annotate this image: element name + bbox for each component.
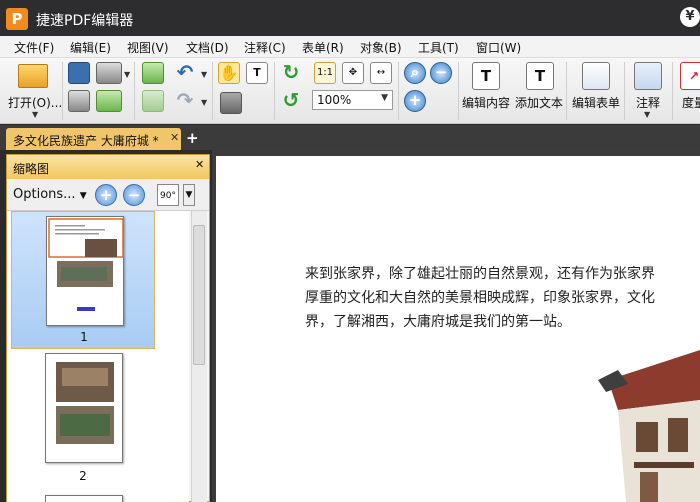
zoom-dropdown-icon: ▼ xyxy=(381,93,388,103)
snapshot-icon[interactable] xyxy=(220,92,242,114)
toolbar-separator xyxy=(62,62,63,120)
document-tab[interactable]: 多文化民族遗产 大庸府城 * ✕ xyxy=(6,128,181,150)
thumbnail-page-2 xyxy=(45,353,123,463)
zoom-marquee-icon[interactable]: ⌕ xyxy=(404,62,426,84)
thumbnail-page-1-preview xyxy=(48,218,124,311)
open-folder-icon[interactable] xyxy=(18,64,48,88)
document-tab-label: 多文化民族遗产 大庸府城 * xyxy=(13,134,159,148)
actual-size-icon[interactable]: 1:1 xyxy=(314,62,336,84)
add-text-icon[interactable]: T xyxy=(526,62,554,90)
enlarge-thumbnail-icon[interactable]: + xyxy=(95,184,117,206)
select-text-icon[interactable]: T xyxy=(246,62,268,84)
thumbnail-tools-dropdown-icon[interactable]: ▼ xyxy=(183,184,195,206)
menu-document[interactable]: 文档(D) xyxy=(186,39,229,56)
edit-form-label[interactable]: 编辑表单 xyxy=(572,94,620,111)
currency-icon[interactable]: ¥ xyxy=(680,7,700,27)
thumbnail-item-page-2[interactable]: 2 xyxy=(11,353,155,491)
document-tab-bar: 多文化民族遗产 大庸府城 * ✕ + xyxy=(0,125,700,150)
save-icon[interactable] xyxy=(68,62,90,84)
thumbnail-panel-title: 缩略图 xyxy=(13,162,50,176)
edit-form-icon[interactable] xyxy=(582,62,610,90)
toolbar-separator xyxy=(274,62,275,120)
zoom-value: 100% xyxy=(317,93,352,107)
rotate-counterclockwise-icon[interactable]: ↺ xyxy=(280,90,302,112)
edit-content-icon[interactable]: T xyxy=(472,62,500,90)
document-text-line: 来到张家界，除了雄起壮丽的自然景观，还有作为张家界 xyxy=(305,266,655,282)
menu-view[interactable]: 视图(V) xyxy=(127,39,169,56)
app-logo-icon: P xyxy=(6,8,28,30)
menu-file[interactable]: 文件(F) xyxy=(14,39,54,56)
toolbar-separator xyxy=(672,62,673,120)
toolbar-separator xyxy=(566,62,567,120)
thumbnail-panel-header: 缩略图 ✕ xyxy=(7,155,209,179)
thumbnail-toolbar: Options... ▼ + − 90° ▼ xyxy=(7,179,209,211)
annotation-dropdown-icon[interactable]: ▼ xyxy=(644,110,650,119)
options-dropdown-icon: ▼ xyxy=(79,191,87,201)
thumbnail-panel: 缩略图 ✕ Options... ▼ + − 90° ▼ 1 2 xyxy=(6,154,210,502)
toolbar-separator xyxy=(134,62,135,120)
add-text-label[interactable]: 添加文本 xyxy=(515,94,563,111)
app-title: 捷速PDF编辑器 xyxy=(36,13,134,29)
undo-dropdown-icon[interactable]: ▼ xyxy=(201,70,207,79)
toolbar: 打开(O)... ▼ ▼ ↶ ▼ ↷ ▼ ✋ T ↻ ↺ 1:1 ✥ ↔ 100… xyxy=(0,58,700,124)
document-text-block[interactable]: 来到张家界，除了雄起壮丽的自然景观，还有作为张家界 厚重的文化和大自然的美景相映… xyxy=(305,262,700,334)
zoom-out-icon[interactable]: − xyxy=(430,62,452,84)
redo-icon[interactable]: ↷ xyxy=(174,90,196,112)
annotation-label[interactable]: 注释 xyxy=(636,94,660,111)
menu-comment[interactable]: 注释(C) xyxy=(244,39,286,56)
close-panel-icon[interactable]: ✕ xyxy=(195,158,204,171)
thumbnail-page-1 xyxy=(46,216,124,326)
menu-form[interactable]: 表单(R) xyxy=(302,39,344,56)
undo-icon[interactable]: ↶ xyxy=(174,62,196,84)
email-icon[interactable] xyxy=(96,90,122,112)
close-tab-icon[interactable]: ✕ xyxy=(170,131,179,144)
thumbnail-page-number: 1 xyxy=(80,330,88,344)
measure-label[interactable]: 度量 xyxy=(682,94,700,111)
title-bar: P 捷速PDF编辑器 ¥ xyxy=(0,0,700,36)
annotation-icon[interactable] xyxy=(634,62,662,90)
measure-icon[interactable]: ↗ xyxy=(680,62,700,90)
toolbar-separator xyxy=(398,62,399,120)
zoom-in-icon[interactable]: + xyxy=(404,90,426,112)
shrink-thumbnail-icon[interactable]: − xyxy=(123,184,145,206)
open-button-label[interactable]: 打开(O)... xyxy=(8,94,62,111)
hand-tool-icon[interactable]: ✋ xyxy=(218,62,240,84)
toolbar-separator xyxy=(212,62,213,120)
thumbnail-page-2-preview xyxy=(56,362,114,444)
rotate-90-icon[interactable]: 90° xyxy=(157,184,179,206)
rotate-clockwise-icon[interactable]: ↻ xyxy=(280,62,302,84)
thumbnail-scrollbar-thumb[interactable] xyxy=(193,225,205,365)
next-page-icon[interactable] xyxy=(142,90,164,112)
document-building-image xyxy=(598,350,700,502)
new-tab-icon[interactable]: + xyxy=(186,129,199,147)
thumbnail-item-page-1[interactable]: 1 xyxy=(11,211,155,349)
document-text-line: 厚重的文化和大自然的美景相映成辉，印象张家界，文化 xyxy=(305,290,655,306)
scan-dropdown-icon[interactable]: ▼ xyxy=(124,70,130,79)
toolbar-separator xyxy=(458,62,459,120)
thumbnail-page-3[interactable] xyxy=(45,495,123,502)
menu-bar: 文件(F) 编辑(E) 视图(V) 文档(D) 注释(C) 表单(R) 对象(B… xyxy=(0,36,700,58)
previous-page-icon[interactable] xyxy=(142,62,164,84)
menu-edit[interactable]: 编辑(E) xyxy=(70,39,111,56)
menu-window[interactable]: 窗口(W) xyxy=(476,39,521,56)
scan-icon[interactable] xyxy=(96,62,122,84)
options-dropdown[interactable]: Options... ▼ xyxy=(13,187,87,202)
zoom-select[interactable]: 100% ▼ xyxy=(312,90,393,110)
menu-object[interactable]: 对象(B) xyxy=(360,39,402,56)
options-label: Options... xyxy=(13,187,76,202)
thumbnail-list: 1 2 xyxy=(7,211,189,502)
menu-tools[interactable]: 工具(T) xyxy=(418,39,459,56)
open-dropdown-icon[interactable]: ▼ xyxy=(32,110,38,119)
fit-page-icon[interactable]: ✥ xyxy=(342,62,364,84)
toolbar-separator xyxy=(624,62,625,120)
document-text-line: 界，了解湘西，大庸府城是我们的第一站。 xyxy=(305,314,571,330)
thumbnail-page-number: 2 xyxy=(79,469,87,483)
fit-width-icon[interactable]: ↔ xyxy=(370,62,392,84)
redo-dropdown-icon[interactable]: ▼ xyxy=(201,98,207,107)
app-window: P 捷速PDF编辑器 ¥ 文件(F) 编辑(E) 视图(V) 文档(D) 注释(… xyxy=(0,0,700,502)
edit-content-label[interactable]: 编辑内容 xyxy=(462,94,510,111)
print-icon[interactable] xyxy=(68,90,90,112)
